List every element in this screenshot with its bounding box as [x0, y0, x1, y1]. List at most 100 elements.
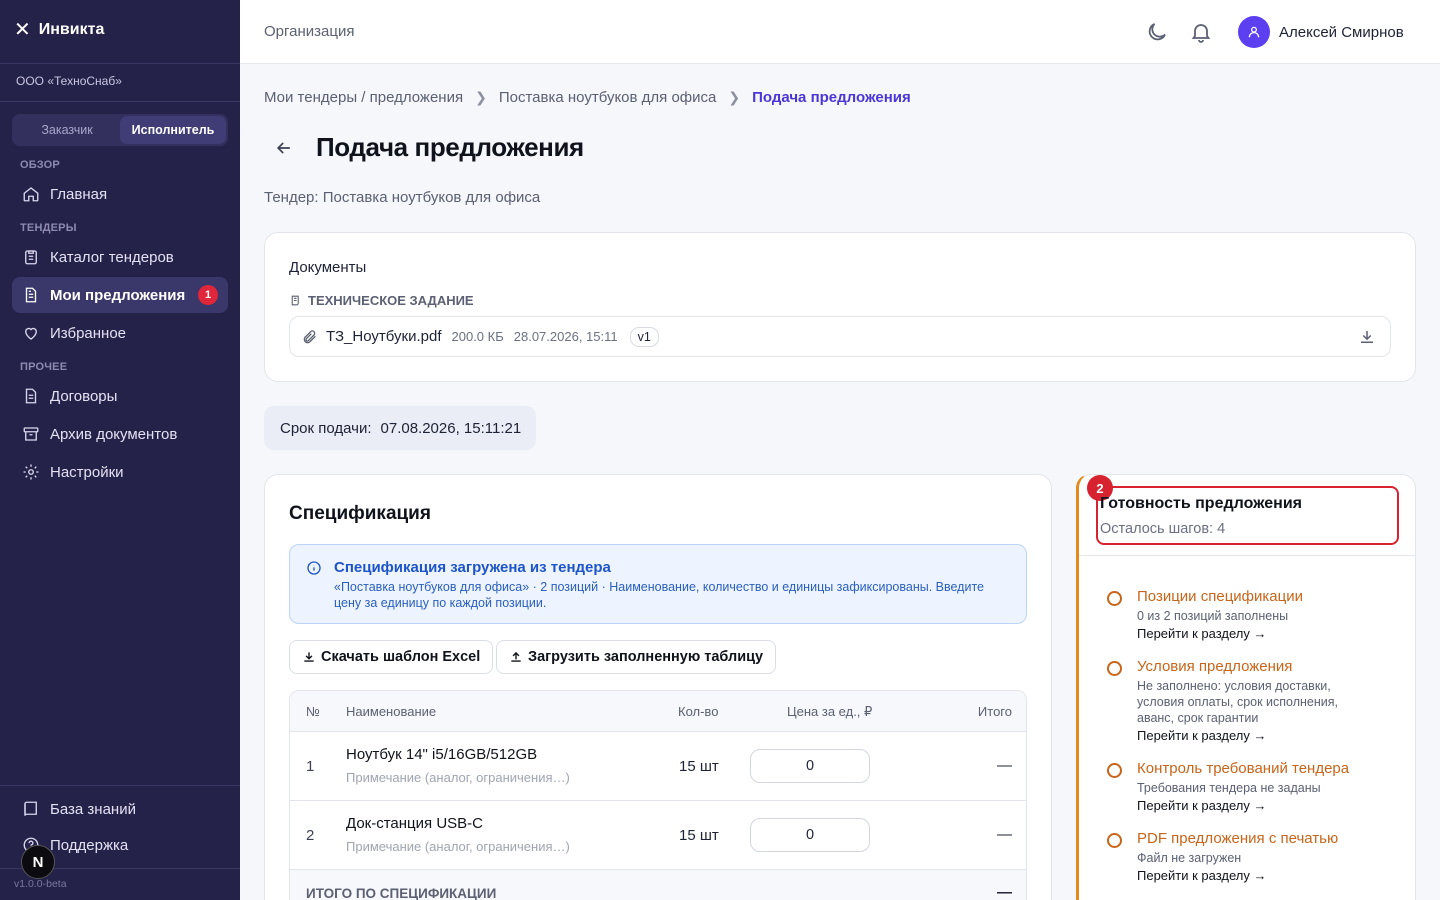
readiness-divider: [1079, 555, 1416, 556]
sidebar-item-home[interactable]: Главная: [12, 176, 228, 212]
breadcrumb-my-tenders[interactable]: Мои тендеры / предложения: [264, 89, 463, 106]
role-executor-tab[interactable]: Исполнитель: [120, 116, 226, 144]
circle-icon: [1107, 661, 1122, 676]
step-description: 0 из 2 позиций заполнены: [1137, 609, 1289, 623]
sidebar-item-contracts[interactable]: Договоры: [12, 378, 228, 414]
info-banner: Спецификация загружена из тендера «Поста…: [289, 544, 1027, 624]
download-icon: [304, 652, 314, 662]
specification-table: № Наименование Кол-во Цена за ед., ₽ Ито…: [289, 690, 1027, 900]
row-total: —: [997, 757, 1012, 774]
user-icon: [1248, 26, 1260, 38]
deadline-value: 07.08.2026, 15:11:21: [380, 419, 522, 437]
sidebar-item-label: Главная: [50, 185, 108, 203]
dev-tools-button[interactable]: N: [21, 845, 55, 879]
column-price: Цена за ед., ₽: [787, 704, 873, 719]
step-title: Контроль требований тендера: [1137, 760, 1350, 777]
sidebar-item-catalog[interactable]: Каталог тендеров: [12, 239, 228, 275]
breadcrumb-current: Подача предложения: [752, 89, 911, 106]
specification-title: Спецификация: [289, 503, 431, 524]
readiness-subtitle: Осталось шагов: 4: [1100, 521, 1226, 537]
row-number: 1: [306, 758, 315, 775]
step-title: Условия предложения: [1137, 658, 1293, 675]
sidebar-item-label: База знаний: [50, 800, 136, 818]
sidebar-item-label: Договоры: [50, 387, 118, 405]
clipboard-icon: [25, 250, 37, 265]
info-text: «Поставка ноутбуков для офиса» · 2 позиц…: [334, 580, 984, 610]
file-version-badge: v1: [629, 326, 659, 347]
column-qty: Кол-во: [678, 704, 719, 719]
upload-table-button[interactable]: Загрузить заполненную таблицу: [496, 640, 777, 674]
row-note-input[interactable]: Примечание (аналог, ограничения…): [346, 770, 570, 785]
archive-icon: [23, 427, 39, 441]
row-qty: 15 шт: [679, 827, 719, 844]
sidebar-divider: [0, 63, 240, 64]
documents-label: Документы: [289, 259, 367, 276]
notification-badge: 1: [198, 285, 218, 305]
button-label: Скачать шаблон Excel: [321, 649, 481, 665]
section-tenders: ТЕНДЕРЫ: [20, 222, 77, 234]
header-title: Организация: [264, 23, 355, 40]
step-link[interactable]: Перейти к разделу →: [1137, 626, 1267, 641]
role-switcher: Заказчик Исполнитель: [12, 114, 228, 146]
step-description: Файл не загружен: [1137, 851, 1242, 865]
scroll-icon: [291, 295, 299, 306]
back-arrow-icon[interactable]: [274, 138, 294, 158]
row-note-input[interactable]: Примечание (аналог, ограничения…): [346, 839, 570, 854]
sidebar-item-label: Каталог тендеров: [50, 248, 174, 266]
book-icon: [24, 801, 37, 816]
step-description: Требования тендера не заданы: [1137, 781, 1321, 795]
document-icon: [25, 388, 37, 404]
section-overview: ОБЗОР: [20, 159, 60, 171]
row-price-input[interactable]: 0: [750, 749, 870, 783]
row-number: 2: [306, 827, 315, 844]
row-name: Док-станция USB-C: [346, 815, 483, 832]
column-total: Итого: [977, 704, 1012, 719]
step-link[interactable]: Перейти к разделу →: [1137, 728, 1267, 743]
brand-name: Инвикта: [38, 21, 105, 38]
readiness-card: 2 Готовность предложения Осталось шагов:…: [1076, 474, 1416, 900]
file-name[interactable]: ТЗ_Ноутбуки.pdf: [326, 328, 442, 345]
table-row: 2 Док-станция USB-C Примечание (аналог, …: [290, 801, 1026, 870]
tech-spec-label: ТЕХНИЧЕСКОЕ ЗАДАНИЕ: [308, 293, 474, 308]
logo-x-icon: ✕: [14, 19, 31, 41]
download-icon[interactable]: [1358, 328, 1376, 346]
table-footer: ИТОГО ПО СПЕЦИФИКАЦИИ —: [290, 870, 1026, 900]
breadcrumb-tender[interactable]: Поставка ноутбуков для офиса: [499, 89, 717, 106]
info-icon: [307, 561, 321, 575]
document-icon: [25, 287, 37, 303]
sidebar-item-knowledge-base[interactable]: База знаний: [12, 791, 228, 827]
role-customer-tab[interactable]: Заказчик: [14, 116, 120, 144]
organization-name: ООО «ТехноСнаб»: [16, 74, 122, 88]
sidebar-item-favorites[interactable]: Избранное: [12, 315, 228, 351]
file-size: 200.0 КБ: [451, 329, 504, 344]
row-price-input[interactable]: 0: [750, 818, 870, 852]
specification-card: Спецификация Спецификация загружена из т…: [264, 474, 1052, 900]
circle-icon: [1107, 833, 1122, 848]
paperclip-icon: [303, 329, 316, 343]
step-link[interactable]: Перейти к разделу →: [1137, 798, 1267, 813]
row-name: Ноутбук 14" i5/16GB/512GB: [346, 746, 538, 763]
upload-icon: [511, 651, 521, 662]
deadline-label: Срок подачи:: [280, 419, 372, 437]
chevron-right-icon: ❯: [475, 89, 487, 105]
breadcrumb: Мои тендеры / предложения ❯ Поставка ноу…: [264, 89, 911, 106]
row-qty: 15 шт: [679, 758, 719, 775]
bell-icon[interactable]: [1189, 20, 1213, 44]
download-template-button[interactable]: Скачать шаблон Excel: [289, 640, 494, 674]
step-link[interactable]: Перейти к разделу →: [1137, 868, 1267, 883]
moon-icon[interactable]: [1145, 20, 1169, 44]
step-title: Позиции спецификации: [1137, 588, 1303, 605]
user-name: Алексей Смирнов: [1279, 23, 1404, 41]
sidebar-item-my-offers[interactable]: Мои предложения 1: [12, 277, 228, 313]
info-title: Спецификация загружена из тендера: [334, 559, 611, 576]
sidebar-item-settings[interactable]: Настройки: [12, 454, 228, 490]
sidebar-item-label: Избранное: [50, 324, 127, 342]
user-menu[interactable]: Алексей Смирнов: [1238, 16, 1404, 48]
sidebar-item-archive[interactable]: Архив документов: [12, 416, 228, 452]
readiness-title: Готовность предложения: [1100, 495, 1302, 512]
brand-logo[interactable]: ✕ Инвикта: [14, 20, 104, 40]
documents-card: Документы ТЕХНИЧЕСКОЕ ЗАДАНИЕ ТЗ_Ноутбук…: [264, 232, 1416, 382]
sidebar-item-label: Настройки: [50, 463, 124, 481]
circle-icon: [1107, 591, 1122, 606]
file-row[interactable]: ТЗ_Ноутбуки.pdf 200.0 КБ 28.07.2026, 15:…: [289, 316, 1391, 357]
